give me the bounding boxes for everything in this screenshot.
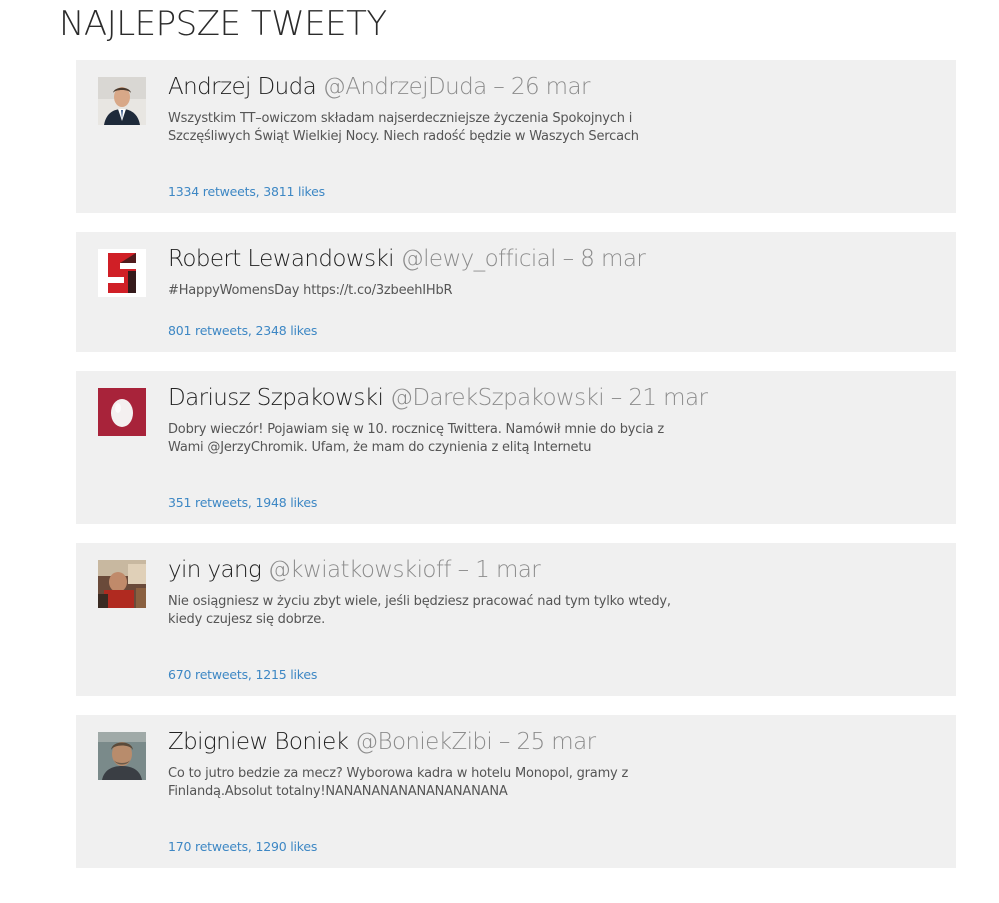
tweet-author-name[interactable]: Andrzej Duda	[168, 74, 317, 100]
person-suit-avatar-icon[interactable]	[98, 77, 146, 125]
tweet-handle[interactable]: @DarekSzpakowski	[390, 385, 605, 411]
tweet-separator: –	[493, 74, 505, 100]
tweet-author-name[interactable]: Dariusz Szpakowski	[168, 385, 384, 411]
tweet-date: 1 mar	[475, 557, 541, 583]
tweet-separator: –	[457, 557, 470, 583]
photo-avatar-icon[interactable]	[98, 560, 146, 608]
tweet-card: Dariusz Szpakowski @DarekSzpakowski – 21…	[76, 371, 956, 524]
tweet-stats-link[interactable]: 801 retweets, 2348 likes	[168, 323, 317, 338]
page-title: NAJLEPSZE TWEETY	[59, 4, 387, 44]
tweet-text: Dobry wieczór! Pojawiam się w 10. roczni…	[168, 422, 664, 455]
tweet-handle[interactable]: @kwiatkowskioff	[268, 557, 452, 583]
tweet-separator: –	[562, 246, 575, 272]
tweet-author-name[interactable]: Zbigniew Boniek	[168, 729, 349, 755]
tweet-header: Robert Lewandowski @lewy_official – 8 ma…	[168, 244, 936, 274]
tweet-handle[interactable]: @BoniekZibi	[355, 729, 493, 755]
tweet-text: Co to jutro bedzie za mecz? Wyborowa kad…	[168, 766, 629, 799]
tweet-handle[interactable]: @AndrzejDuda	[323, 74, 487, 100]
tweet-stats-link[interactable]: 351 retweets, 1948 likes	[168, 495, 317, 510]
tweet-author-name[interactable]: Robert Lewandowski	[168, 246, 395, 272]
tweet-list: Andrzej Duda @AndrzejDuda – 26 mar Wszys…	[76, 60, 956, 887]
tweet-date: 21 mar	[628, 385, 708, 411]
tweet-separator: –	[498, 729, 511, 755]
tweet-separator: –	[610, 385, 623, 411]
tweet-card: yin yang @kwiatkowskioff – 1 mar Nie osi…	[76, 543, 956, 696]
tweet-date: 8 mar	[580, 246, 646, 272]
tweet-card: Robert Lewandowski @lewy_official – 8 ma…	[76, 232, 956, 352]
egg-avatar-icon[interactable]	[98, 388, 146, 436]
tweet-date: 26 mar	[510, 74, 591, 100]
tweet-handle[interactable]: @lewy_official	[401, 246, 557, 272]
tweet-text: Wszystkim TT–owiczom składam najserdeczn…	[168, 111, 639, 144]
person-portrait-avatar-icon[interactable]	[98, 732, 146, 780]
tweet-header: Zbigniew Boniek @BoniekZibi – 25 mar	[168, 727, 936, 757]
tweet-header: yin yang @kwiatkowskioff – 1 mar	[168, 555, 936, 585]
rl9-logo-avatar-icon[interactable]	[98, 249, 146, 297]
tweet-text: Nie osiągniesz w życiu zbyt wiele, jeśli…	[168, 594, 671, 627]
tweet-header: Andrzej Duda @AndrzejDuda – 26 mar	[168, 72, 936, 102]
tweet-author-name[interactable]: yin yang	[168, 557, 262, 583]
tweet-card: Andrzej Duda @AndrzejDuda – 26 mar Wszys…	[76, 60, 956, 213]
tweet-text: #HappyWomensDay https://t.co/3zbeehIHbR	[168, 283, 453, 298]
tweet-stats-link[interactable]: 670 retweets, 1215 likes	[168, 667, 317, 682]
tweet-stats-link[interactable]: 170 retweets, 1290 likes	[168, 839, 317, 854]
tweet-header: Dariusz Szpakowski @DarekSzpakowski – 21…	[168, 383, 936, 413]
tweet-card: Zbigniew Boniek @BoniekZibi – 25 mar Co …	[76, 715, 956, 868]
tweet-date: 25 mar	[516, 729, 597, 755]
tweet-stats-link[interactable]: 1334 retweets, 3811 likes	[168, 184, 325, 199]
